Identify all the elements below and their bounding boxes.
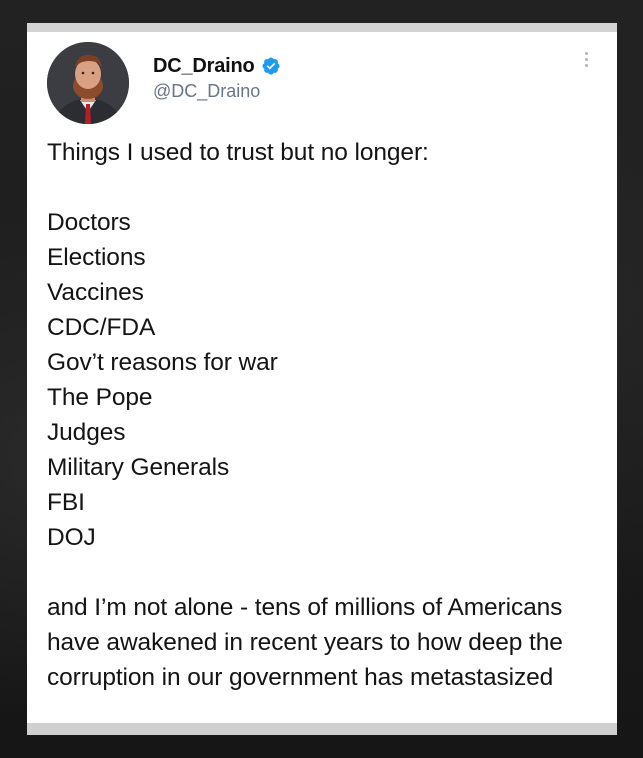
more-vertical-icon[interactable] (583, 52, 589, 70)
list-item: Military Generals (47, 454, 230, 481)
list-item: Elections (47, 244, 146, 271)
list-item: The Pope (47, 384, 153, 411)
avatar[interactable] (47, 42, 129, 124)
verified-badge-icon (262, 57, 280, 75)
tweet-body: Things I used to trust but no longer: Do… (47, 135, 607, 695)
tweet-intro: Things I used to trust but no longer: (47, 139, 429, 166)
list-item: CDC/FDA (47, 314, 156, 341)
handle[interactable]: @DC_Draino (153, 81, 281, 102)
tweet-card: DC_Draino @DC_Draino Things I used to tr… (27, 23, 617, 735)
list-item: Vaccines (47, 279, 144, 306)
display-name-row: DC_Draino (153, 55, 281, 78)
list-item: Gov’t reasons for war (47, 349, 278, 376)
display-name[interactable]: DC_Draino (153, 55, 255, 78)
tweet-header: DC_Draino @DC_Draino (47, 42, 281, 124)
trust-list: Doctors Elections Vaccines CDC/FDA Gov’t… (47, 205, 607, 555)
author-names: DC_Draino @DC_Draino (153, 55, 281, 102)
list-item: DOJ (47, 524, 96, 551)
avatar-photo (47, 42, 129, 124)
tweet-outro: and I’m not alone - tens of millions of … (47, 594, 563, 691)
list-item: FBI (47, 489, 85, 516)
list-item: Doctors (47, 209, 131, 236)
list-item: Judges (47, 419, 126, 446)
